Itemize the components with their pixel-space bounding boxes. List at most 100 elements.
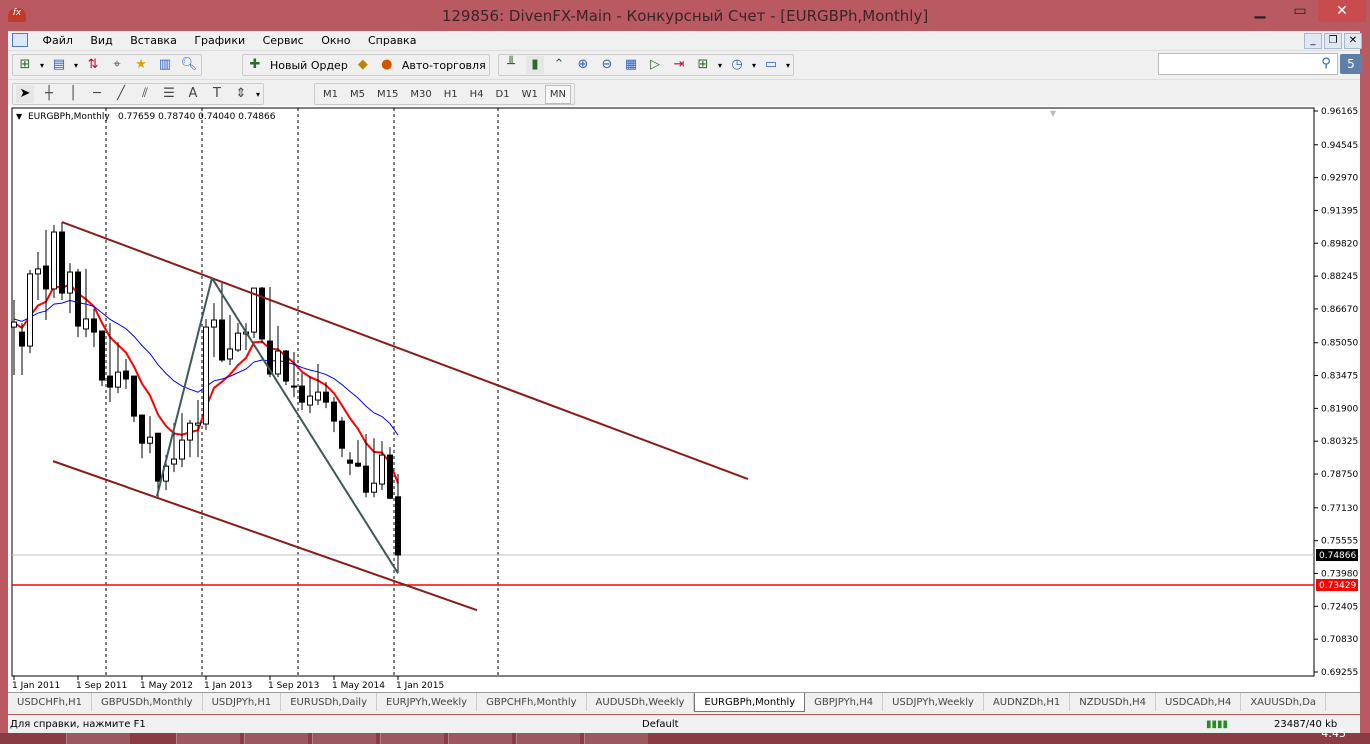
timeframes-toolbar: M1 M5 M15 M30 H1 H4 D1 W1 MN: [314, 83, 575, 105]
candle-body: [11, 321, 17, 328]
metaeditor-icon[interactable]: ◆: [354, 56, 372, 74]
chart-tab[interactable]: GBPUSDh,Monthly: [92, 693, 203, 711]
taskbar-app[interactable]: [448, 733, 512, 744]
menu-help[interactable]: Справка: [361, 31, 423, 50]
zoom-out-icon[interactable]: ⊖: [598, 56, 616, 74]
timeframe-h4[interactable]: H4: [465, 89, 489, 100]
chart-shift-icon[interactable]: ⇥: [670, 56, 688, 74]
clock: 4:45: [1321, 727, 1346, 740]
new-chart-icon[interactable]: ⊞: [16, 56, 34, 74]
menu-insert[interactable]: Вставка: [123, 31, 184, 50]
mdi-restore-button[interactable]: ❐: [1324, 33, 1342, 49]
candle-body: [363, 465, 369, 493]
candle-body: [339, 420, 345, 449]
candlestick-chart-icon[interactable]: ▮: [526, 56, 544, 74]
taskbar-app[interactable]: [516, 733, 580, 744]
price-chart[interactable]: 0.96165 0.94545 0.92970 0.91395 0.89820 0.882…: [0, 106, 1368, 692]
chart-tab[interactable]: GBPJPYh,H4: [805, 693, 884, 711]
profiles-icon[interactable]: ▤: [50, 56, 68, 74]
timeframe-d1[interactable]: D1: [491, 89, 515, 100]
menu-window[interactable]: Окно: [314, 31, 357, 50]
timeframe-m30[interactable]: M30: [405, 89, 436, 100]
search-input[interactable]: ⚲: [1158, 53, 1338, 75]
vertical-line-icon[interactable]: │: [64, 85, 82, 103]
auto-scroll-icon[interactable]: ▷: [646, 56, 664, 74]
indicators-icon[interactable]: ⊞: [694, 56, 712, 74]
mdi-minimize-button[interactable]: _: [1304, 33, 1322, 49]
timeframe-m5[interactable]: M5: [345, 89, 370, 100]
menu-tools[interactable]: Сервис: [256, 31, 311, 50]
minimize-button[interactable]: ▁: [1240, 0, 1280, 22]
favorites-icon[interactable]: ★: [132, 56, 150, 74]
mdi-close-button[interactable]: ✕: [1344, 33, 1362, 49]
candle-body: [227, 348, 233, 360]
equidistant-channel-icon[interactable]: ⫽: [136, 85, 154, 103]
crosshair-nav-icon[interactable]: ⌖: [108, 56, 126, 74]
taskbar-app[interactable]: [584, 733, 648, 744]
chart-tab[interactable]: XAUUSDh,Da: [1241, 693, 1327, 711]
chart-tab[interactable]: USDCADh,H4: [1156, 693, 1242, 711]
candle-body: [91, 318, 97, 333]
chart-ohlc-label: 0.77659 0.78740 0.74040 0.74866: [118, 112, 276, 122]
strategy-tester-icon[interactable]: 🔍︎: [180, 56, 198, 74]
chart-tab[interactable]: NZDUSDh,H4: [1070, 693, 1157, 711]
arrows-icon[interactable]: ⇕: [232, 85, 250, 103]
zoom-in-icon[interactable]: ⊕: [574, 56, 592, 74]
horizontal-line-icon[interactable]: ─: [88, 85, 106, 103]
templates-icon[interactable]: ▭: [762, 56, 780, 74]
candle-body: [395, 496, 401, 556]
x-tick-label: 1 Jan 2011: [12, 681, 60, 691]
line-chart-icon[interactable]: ⌃: [550, 56, 568, 74]
taskbar-app[interactable]: [380, 733, 444, 744]
chart-window[interactable]: 0.96165 0.94545 0.92970 0.91395 0.89820 0.882…: [8, 106, 1360, 692]
timeframe-h1[interactable]: H1: [439, 89, 463, 100]
tile-windows-icon[interactable]: ▦: [622, 56, 640, 74]
trendline-icon[interactable]: ╱: [112, 85, 130, 103]
chart-tab[interactable]: AUDUSDh,Weekly: [587, 693, 695, 711]
chart-tab[interactable]: AUDNZDh,H1: [984, 693, 1071, 711]
auto-trading-button[interactable]: Авто-торговля: [402, 59, 486, 72]
candle-body: [123, 370, 129, 380]
candle-body: [323, 391, 329, 403]
timeframe-m1[interactable]: M1: [318, 89, 343, 100]
taskbar-app[interactable]: [244, 733, 308, 744]
chart-window-icon[interactable]: [12, 33, 28, 47]
maximize-button[interactable]: ▭: [1280, 0, 1320, 22]
new-order-button[interactable]: Новый Ордер: [270, 59, 348, 72]
menu-file[interactable]: Файл: [36, 31, 80, 50]
text-tool-icon[interactable]: A: [184, 85, 202, 103]
chart-tab[interactable]: EURJPYh,Weekly: [377, 693, 478, 711]
timeframe-mn[interactable]: MN: [544, 84, 571, 104]
cursor-icon[interactable]: ➤: [16, 85, 34, 103]
taskbar-app[interactable]: [66, 733, 130, 744]
chart-tab[interactable]: USDCHFh,H1: [8, 693, 93, 711]
chart-tab[interactable]: GBPCHFh,Monthly: [477, 693, 587, 711]
menu-view[interactable]: Вид: [83, 31, 119, 50]
market-watch-icon[interactable]: ⇅: [84, 56, 102, 74]
chart-tab[interactable]: EURGBPh,Monthly: [694, 693, 806, 712]
y-tick-label: 0.73980: [1321, 569, 1358, 579]
y-tick-label: 0.94545: [1321, 141, 1358, 151]
fibonacci-icon[interactable]: ☰: [160, 85, 178, 103]
menu-charts[interactable]: Графики: [187, 31, 252, 50]
timeframe-m15[interactable]: M15: [372, 89, 403, 100]
crosshair-icon[interactable]: ┼: [40, 85, 58, 103]
y-tick-label: 0.92970: [1321, 174, 1358, 184]
chart-tab[interactable]: EURUSDh,Daily: [281, 693, 378, 711]
close-button[interactable]: ✕: [1318, 0, 1366, 22]
text-label-icon[interactable]: T: [208, 85, 226, 103]
candle-body: [83, 318, 89, 330]
search-icon[interactable]: ⚲: [1317, 55, 1335, 73]
chart-tab[interactable]: USDJPYh,H1: [203, 693, 282, 711]
periods-icon[interactable]: ◷: [728, 56, 746, 74]
bar-chart-icon[interactable]: ╨: [502, 56, 520, 74]
timeframe-w1[interactable]: W1: [517, 89, 543, 100]
candle-body: [315, 391, 321, 401]
taskbar-app[interactable]: [176, 733, 240, 744]
terminal-icon[interactable]: ▥: [156, 56, 174, 74]
notifications-button[interactable]: 5: [1340, 54, 1362, 74]
taskbar-app[interactable]: [312, 733, 376, 744]
candle-body: [355, 462, 361, 467]
chart-tab[interactable]: USDJPYh,Weekly: [883, 693, 984, 711]
candle-body: [171, 458, 177, 465]
